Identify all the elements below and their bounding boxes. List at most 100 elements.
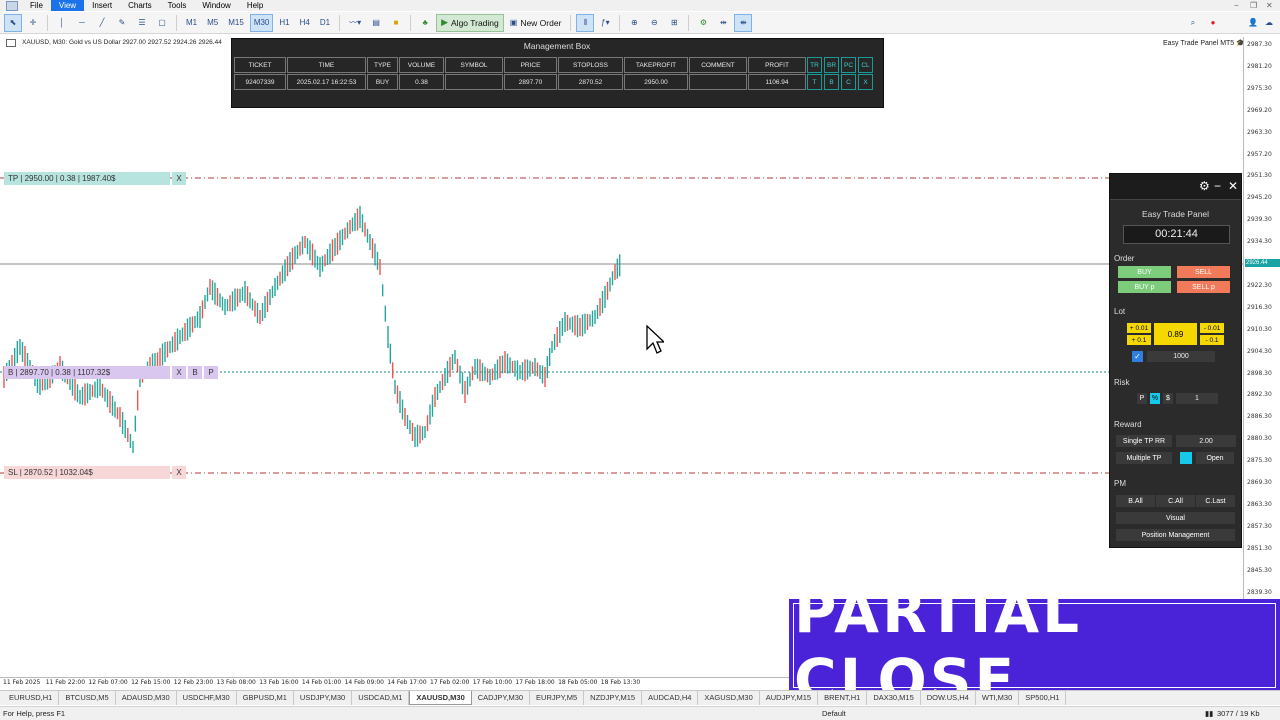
restore-icon[interactable]: ❐	[1250, 0, 1257, 11]
header-btn-tr[interactable]: TR	[807, 57, 822, 73]
visual-button[interactable]: Visual	[1116, 512, 1235, 524]
lot-checkbox[interactable]: ✓	[1132, 351, 1143, 362]
templates-icon[interactable]: ▤	[367, 14, 385, 32]
minimize-panel-icon[interactable]: −	[1214, 179, 1221, 193]
row-btn-b[interactable]: B	[824, 74, 839, 90]
chart-type-icon[interactable]: 〰▾	[345, 14, 365, 32]
sell-pending-button[interactable]: SELL p	[1177, 281, 1230, 293]
zoom-in-icon[interactable]: ⊕	[625, 14, 643, 32]
row-btn-t[interactable]: T	[807, 74, 822, 90]
take-profit-close-button[interactable]: X	[172, 172, 186, 185]
menu-view[interactable]: View	[50, 0, 85, 11]
break-all-button[interactable]: B.All	[1116, 495, 1155, 507]
symbol-tab[interactable]: WTI,M30	[976, 691, 1020, 705]
single-tp-rr-button[interactable]: Single TP RR	[1116, 435, 1172, 447]
menu-help[interactable]: Help	[239, 0, 271, 11]
menu-insert[interactable]: Insert	[84, 0, 120, 11]
depth-of-market-icon[interactable]: ⫴	[576, 13, 595, 32]
header-btn-br[interactable]: BR	[824, 57, 839, 73]
crosshair-icon[interactable]: ✛	[24, 14, 42, 32]
buy-button[interactable]: BUY	[1118, 266, 1171, 278]
algo-trading-button[interactable]: ▶ Algo Trading	[436, 13, 504, 32]
entry-tag[interactable]: B | 2897.70 | 0.38 | 1107.32$ X B P	[4, 366, 218, 379]
header-btn-cl[interactable]: CL	[858, 57, 873, 73]
stop-loss-close-button[interactable]: X	[172, 466, 186, 479]
channel-icon[interactable]: ☰	[133, 14, 151, 32]
search-icon[interactable]: ⌕	[1184, 14, 1202, 32]
timeframe-d1[interactable]: D1	[316, 14, 334, 32]
menu-window[interactable]: Window	[194, 0, 238, 11]
timeframe-m15[interactable]: M15	[224, 14, 248, 32]
experts-icon[interactable]: ♣	[416, 14, 434, 32]
open-button[interactable]: Open	[1196, 452, 1234, 464]
menu-charts[interactable]: Charts	[120, 0, 160, 11]
symbol-tab[interactable]: ADAUSD,M30	[116, 691, 177, 705]
sell-button[interactable]: SELL	[1177, 266, 1230, 278]
menu-tools[interactable]: Tools	[160, 0, 195, 11]
timeframe-m1[interactable]: M1	[182, 14, 201, 32]
menu-file[interactable]: File	[22, 0, 51, 11]
risk-percent-button[interactable]: %	[1150, 393, 1160, 404]
header-btn-pc[interactable]: PC	[841, 57, 856, 73]
symbol-tab[interactable]: DOW.US,H4	[921, 691, 976, 705]
symbol-tab[interactable]: CADJPY,M30	[472, 691, 531, 705]
risk-money-button[interactable]: $	[1163, 393, 1173, 404]
lot-minus-small-button[interactable]: - 0.01	[1200, 323, 1224, 333]
symbol-tab[interactable]: BRENT,H1	[818, 691, 868, 705]
symbol-tab[interactable]: XAUUSD,M30	[409, 691, 472, 705]
lot-plus-small-button[interactable]: + 0.01	[1127, 323, 1151, 333]
grid-icon[interactable]: ⊞	[665, 14, 683, 32]
symbol-tab[interactable]: SP500,H1	[1019, 691, 1067, 705]
notifications-icon[interactable]: ●	[1204, 14, 1222, 32]
close-last-button[interactable]: C.Last	[1196, 495, 1235, 507]
close-all-button[interactable]: C.All	[1156, 495, 1195, 507]
chart-shift-icon[interactable]: ⇼	[734, 13, 753, 32]
row-btn-c[interactable]: C	[841, 74, 856, 90]
risk-value-input[interactable]: 1	[1176, 393, 1218, 404]
horizontal-line-icon[interactable]: ─	[73, 14, 91, 32]
cursor-tool-icon[interactable]: ⬉	[4, 13, 22, 32]
entry-close-button[interactable]: X	[172, 366, 186, 379]
indicators-icon[interactable]: ƒ▾	[596, 14, 614, 32]
symbol-tab[interactable]: AUDCAD,H4	[642, 691, 699, 705]
folder-icon[interactable]: ■	[387, 14, 405, 32]
timeframe-m30[interactable]: M30	[249, 13, 274, 32]
entry-partial-button[interactable]: P	[204, 366, 218, 379]
timeframe-h4[interactable]: H4	[296, 14, 314, 32]
position-management-button[interactable]: Position Management	[1116, 529, 1235, 541]
autoscroll-icon[interactable]: ⇹	[714, 14, 732, 32]
timeframe-m5[interactable]: M5	[203, 14, 222, 32]
symbol-tab[interactable]: AUDJPY,M15	[760, 691, 819, 705]
entry-breakeven-button[interactable]: B	[188, 366, 202, 379]
symbol-tab[interactable]: NZDJPY,M15	[584, 691, 643, 705]
vertical-line-icon[interactable]: │	[53, 14, 71, 32]
rr-value-input[interactable]: 2.00	[1176, 435, 1236, 447]
lot-minus-large-button[interactable]: - 0.1	[1200, 335, 1224, 345]
row-btn-x[interactable]: X	[858, 74, 873, 90]
minimize-icon[interactable]: −	[1234, 0, 1239, 11]
symbol-tab[interactable]: XAGUSD,M30	[698, 691, 760, 705]
close-icon[interactable]: ✕	[1266, 0, 1273, 11]
lot-plus-large-button[interactable]: + 0.1	[1127, 335, 1151, 345]
gear-icon[interactable]: ⚙	[1199, 179, 1210, 193]
close-panel-icon[interactable]: ✕	[1228, 179, 1238, 193]
community-icon[interactable]: ☁	[1260, 14, 1278, 32]
symbol-tab[interactable]: USDCAD,M1	[352, 691, 410, 705]
trendline-icon[interactable]: ╱	[93, 14, 111, 32]
take-profit-tag[interactable]: TP | 2950.00 | 0.38 | 1987.40$ X	[4, 172, 186, 185]
symbol-tab[interactable]: GBPUSD,M1	[237, 691, 294, 705]
lot-money-input[interactable]: 1000	[1147, 351, 1215, 362]
symbol-tab[interactable]: BTCUSD,M5	[59, 691, 116, 705]
zoom-out-icon[interactable]: ⊖	[645, 14, 663, 32]
pencil-icon[interactable]: ✎	[113, 14, 131, 32]
symbol-tab[interactable]: USDJPY,M30	[294, 691, 353, 705]
stop-loss-tag[interactable]: SL | 2870.52 | 1032.04$ X	[4, 466, 186, 479]
shapes-icon[interactable]: ▢	[153, 14, 171, 32]
new-order-button[interactable]: ▣ New Order	[506, 14, 566, 32]
symbol-tab[interactable]: EURUSD,H1	[3, 691, 60, 705]
settings-icon[interactable]: ⚙	[694, 14, 712, 32]
buy-pending-button[interactable]: BUY p	[1118, 281, 1171, 293]
multiple-tp-button[interactable]: Multiple TP	[1116, 452, 1172, 464]
symbol-tab[interactable]: EURJPY,M5	[530, 691, 585, 705]
timeframe-h1[interactable]: H1	[275, 14, 293, 32]
